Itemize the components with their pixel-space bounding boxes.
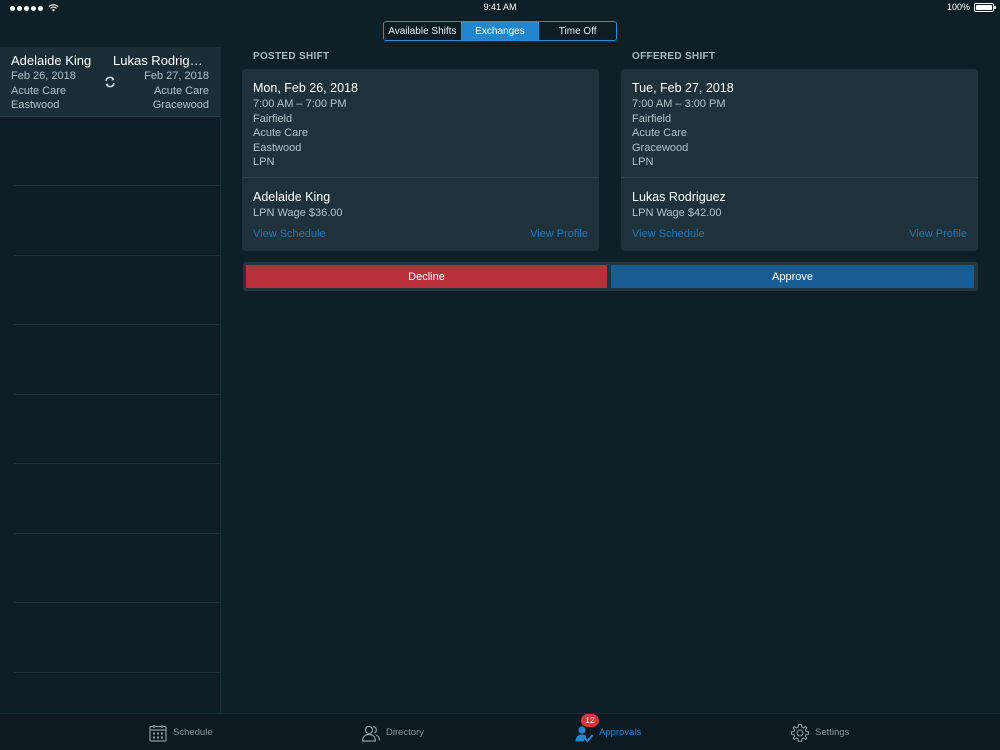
tab-schedule[interactable]: Schedule <box>148 714 213 750</box>
offered-view-schedule-link[interactable]: View Schedule <box>632 228 705 240</box>
tab-approvals-label: Approvals <box>599 727 642 738</box>
offered-shift-facility: Fairfield <box>632 112 672 125</box>
posted-view-profile-link[interactable]: View Profile <box>530 228 588 240</box>
exchange-to: Lukas Rodriguez Feb 27, 2018 Acute Care … <box>113 53 209 113</box>
posted-shift-unit: Acute Care <box>253 127 309 140</box>
posted-shift-header: POSTED SHIFT <box>253 51 330 62</box>
offered-shift-role: LPN <box>632 156 654 169</box>
segment-exchanges[interactable]: Exchanges <box>461 22 540 40</box>
battery-indicator: 100% <box>946 2 996 12</box>
exchange-from-date: Feb 26, 2018 <box>11 70 76 82</box>
posted-shift-role: LPN <box>253 156 275 169</box>
exchange-list-item[interactable]: Adelaide King Feb 26, 2018 Acute Care Ea… <box>0 47 220 117</box>
posted-person-wage: LPN Wage $36.00 <box>253 207 343 219</box>
list-divider <box>14 324 220 325</box>
offered-shift-time: 7:00 AM – 3:00 PM <box>632 98 726 110</box>
people-icon <box>361 725 381 742</box>
offered-shift-person: Lukas Rodriguez LPN Wage $42.00 View Sch… <box>621 179 978 251</box>
decline-button[interactable]: Decline <box>246 265 607 288</box>
offered-shift-card: Tue, Feb 27, 2018 7:00 AM – 3:00 PM Fair… <box>621 69 978 251</box>
tab-directory-label: Directory <box>386 727 425 738</box>
posted-shift-date: Mon, Feb 26, 2018 <box>253 81 358 95</box>
exchange-from-location: Eastwood <box>11 99 60 111</box>
app-root: 9:41 AM 100% Available Shifts Exchanges … <box>0 0 1000 750</box>
offered-view-profile-link[interactable]: View Profile <box>909 228 967 240</box>
tab-settings-label: Settings <box>815 727 850 738</box>
offered-links: View Schedule View Profile <box>632 228 967 240</box>
battery-percent: 100% <box>946 2 970 12</box>
status-time: 9:41 AM <box>483 2 517 12</box>
exchange-from-unit: Acute Care <box>11 84 67 97</box>
list-divider <box>14 602 220 603</box>
segment-time-off[interactable]: Time Off <box>539 22 616 40</box>
exchange-list: Adelaide King Feb 26, 2018 Acute Care Ea… <box>0 47 221 713</box>
offered-person-name: Lukas Rodriguez <box>632 190 726 204</box>
approval-actions: Decline Approve <box>243 262 978 291</box>
status-bar: 9:41 AM 100% <box>0 0 1000 16</box>
exchange-from: Adelaide King Feb 26, 2018 Acute Care Ea… <box>11 53 91 113</box>
offered-shift-details: Tue, Feb 27, 2018 7:00 AM – 3:00 PM Fair… <box>621 69 978 178</box>
tab-settings[interactable]: Settings <box>790 714 849 750</box>
offered-shift-location: Gracewood <box>632 141 689 154</box>
tab-schedule-label: Schedule <box>173 727 213 738</box>
tab-approvals[interactable]: 12 Approvals <box>574 713 642 750</box>
approvals-count-badge: 12 <box>581 713 599 727</box>
tab-directory[interactable]: Directory <box>361 714 424 750</box>
battery-icon <box>974 2 996 12</box>
exchange-to-unit: Acute Care <box>153 84 209 97</box>
exchange-to-location: Gracewood <box>152 99 209 111</box>
view-segmented-control: Available Shifts Exchanges Time Off <box>383 21 617 41</box>
posted-shift-facility: Fairfield <box>253 112 293 125</box>
posted-links: View Schedule View Profile <box>253 228 588 240</box>
tab-bar: Schedule Directory 12 Approvals Settings <box>0 713 1000 750</box>
offered-person-wage: LPN Wage $42.00 <box>632 207 722 219</box>
list-divider <box>14 672 220 673</box>
exchange-to-name: Lukas Rodriguez <box>113 53 209 68</box>
exchange-from-name: Adelaide King <box>11 53 92 68</box>
calendar-icon <box>149 724 167 742</box>
offered-shift-date: Tue, Feb 27, 2018 <box>632 81 734 95</box>
segment-available-shifts[interactable]: Available Shifts <box>384 22 462 40</box>
offered-shift-header: OFFERED SHIFT <box>632 51 716 62</box>
battery-fill <box>976 4 992 10</box>
posted-shift-person: Adelaide King LPN Wage $36.00 View Sched… <box>242 179 599 251</box>
posted-shift-location: Eastwood <box>253 141 302 154</box>
offered-shift-unit: Acute Care <box>632 127 688 140</box>
list-divider <box>14 394 220 395</box>
gear-icon <box>790 723 810 742</box>
list-divider <box>14 533 220 534</box>
list-divider <box>14 185 220 186</box>
posted-shift-card: Mon, Feb 26, 2018 7:00 AM – 7:00 PM Fair… <box>242 69 599 251</box>
exchange-to-date: Feb 27, 2018 <box>144 70 209 82</box>
list-divider <box>14 463 220 464</box>
list-divider <box>14 255 220 256</box>
approvals-icon-wrap: 12 <box>574 713 599 743</box>
posted-view-schedule-link[interactable]: View Schedule <box>253 228 326 240</box>
posted-person-name: Adelaide King <box>253 190 331 204</box>
posted-shift-details: Mon, Feb 26, 2018 7:00 AM – 7:00 PM Fair… <box>242 69 599 178</box>
posted-shift-time: 7:00 AM – 7:00 PM <box>253 98 347 110</box>
approve-button[interactable]: Approve <box>611 265 974 288</box>
